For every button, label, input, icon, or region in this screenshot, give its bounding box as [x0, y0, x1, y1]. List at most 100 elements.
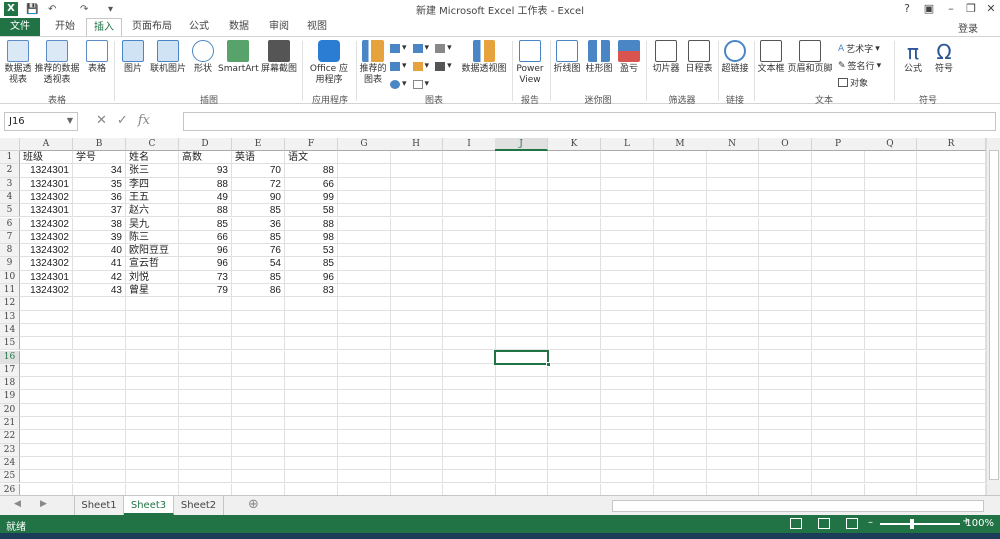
cell-b26[interactable]	[73, 483, 126, 495]
cell-i13[interactable]	[443, 310, 496, 324]
cell-k20[interactable]	[548, 403, 601, 417]
cell-p9[interactable]	[812, 257, 865, 271]
cell-j17[interactable]	[495, 363, 548, 378]
cell-b3[interactable]: 35	[73, 177, 126, 191]
cell-o23[interactable]	[759, 443, 812, 457]
cell-e3[interactable]: 72	[232, 177, 285, 191]
equation-button[interactable]: π 公式	[898, 40, 928, 75]
cell-f5[interactable]: 58	[285, 204, 338, 218]
cell-a2[interactable]: 1324301	[20, 164, 73, 178]
cell-j18[interactable]	[495, 377, 548, 391]
cell-l9[interactable]	[601, 257, 654, 271]
cell-k10[interactable]	[548, 270, 601, 284]
row-header-26[interactable]: 26	[0, 483, 20, 495]
cell-e1[interactable]: 英语	[232, 151, 285, 165]
cell-r22[interactable]	[917, 430, 986, 444]
cell-p8[interactable]	[812, 244, 865, 258]
cell-q4[interactable]	[864, 190, 917, 205]
cell-f8[interactable]: 53	[285, 244, 338, 258]
cell-r10[interactable]	[917, 270, 986, 284]
cell-e19[interactable]	[232, 390, 285, 404]
cell-o4[interactable]	[759, 190, 812, 205]
cell-k17[interactable]	[548, 363, 601, 378]
cell-n25[interactable]	[706, 470, 759, 484]
cell-o12[interactable]	[759, 297, 812, 311]
cell-n19[interactable]	[706, 390, 759, 404]
cell-m25[interactable]	[654, 470, 707, 484]
cell-a20[interactable]	[20, 403, 73, 417]
cell-m11[interactable]	[654, 284, 707, 298]
cell-r12[interactable]	[917, 297, 986, 311]
row-header-20[interactable]: 20	[0, 403, 20, 417]
cell-i9[interactable]	[443, 257, 496, 271]
cell-g8[interactable]	[338, 244, 391, 258]
cell-m3[interactable]	[654, 177, 707, 191]
cell-r14[interactable]	[917, 323, 986, 338]
cell-e5[interactable]: 85	[232, 204, 285, 218]
row-header-3[interactable]: 3	[0, 177, 20, 191]
cell-b24[interactable]	[73, 456, 126, 471]
cell-l12[interactable]	[601, 297, 654, 311]
cell-p6[interactable]	[812, 217, 865, 231]
cell-e4[interactable]: 90	[232, 190, 285, 205]
cell-c17[interactable]	[126, 363, 179, 378]
cell-r18[interactable]	[917, 377, 986, 391]
cell-j9[interactable]	[495, 257, 548, 271]
cell-f25[interactable]	[285, 470, 338, 484]
cell-h11[interactable]	[390, 284, 443, 298]
login-link[interactable]: 登录	[958, 20, 978, 35]
cell-b20[interactable]	[73, 403, 126, 417]
cell-k15[interactable]	[548, 337, 601, 351]
cell-i14[interactable]	[443, 323, 496, 338]
cell-i6[interactable]	[443, 217, 496, 231]
cell-p22[interactable]	[812, 430, 865, 444]
row-header-4[interactable]: 4	[0, 190, 20, 205]
power-view-button[interactable]: Power View	[514, 40, 546, 86]
pivot-chart-button[interactable]: 数据透视图	[460, 40, 508, 75]
cell-i15[interactable]	[443, 337, 496, 351]
scroll-right-icon[interactable]: ▶	[40, 499, 47, 509]
scrollbar-thumb[interactable]	[989, 150, 999, 480]
row-header-22[interactable]: 22	[0, 430, 20, 444]
cell-a22[interactable]	[20, 430, 73, 444]
zoom-out-icon[interactable]: –	[868, 517, 873, 528]
cell-b16[interactable]	[73, 350, 126, 364]
column-header-b[interactable]: B	[73, 138, 126, 151]
cell-h1[interactable]	[390, 151, 443, 165]
row-header-9[interactable]: 9	[0, 257, 20, 271]
cell-r3[interactable]	[917, 177, 986, 191]
cell-b25[interactable]	[73, 470, 126, 484]
cell-h19[interactable]	[390, 390, 443, 404]
cell-j10[interactable]	[495, 270, 548, 284]
cell-g5[interactable]	[338, 204, 391, 218]
cell-j3[interactable]	[495, 177, 548, 191]
cell-r24[interactable]	[917, 456, 986, 471]
cell-g4[interactable]	[338, 190, 391, 205]
cell-d18[interactable]	[179, 377, 232, 391]
cell-h12[interactable]	[390, 297, 443, 311]
cell-p14[interactable]	[812, 323, 865, 338]
cell-q1[interactable]	[864, 151, 917, 165]
cell-c24[interactable]	[126, 456, 179, 471]
cell-i5[interactable]	[443, 204, 496, 218]
cell-p24[interactable]	[812, 456, 865, 471]
cell-k22[interactable]	[548, 430, 601, 444]
cell-f19[interactable]	[285, 390, 338, 404]
row-header-7[interactable]: 7	[0, 230, 20, 245]
cell-j21[interactable]	[495, 417, 548, 431]
enter-icon[interactable]: ✓	[117, 113, 128, 128]
sheet-tab-sheet1[interactable]: Sheet1	[74, 496, 124, 515]
cell-h4[interactable]	[390, 190, 443, 205]
cell-a10[interactable]: 1324301	[20, 270, 73, 284]
cell-m16[interactable]	[654, 350, 707, 364]
insert-function-icon[interactable]: fx	[138, 113, 150, 128]
cell-r16[interactable]	[917, 350, 986, 364]
cell-q14[interactable]	[864, 323, 917, 338]
tab-home[interactable]: 开始	[48, 18, 82, 36]
cell-p4[interactable]	[812, 190, 865, 205]
tab-insert[interactable]: 插入	[86, 18, 122, 37]
cell-i23[interactable]	[443, 443, 496, 457]
cell-d16[interactable]	[179, 350, 232, 364]
cell-j8[interactable]	[495, 244, 548, 258]
cell-g6[interactable]	[338, 217, 391, 231]
